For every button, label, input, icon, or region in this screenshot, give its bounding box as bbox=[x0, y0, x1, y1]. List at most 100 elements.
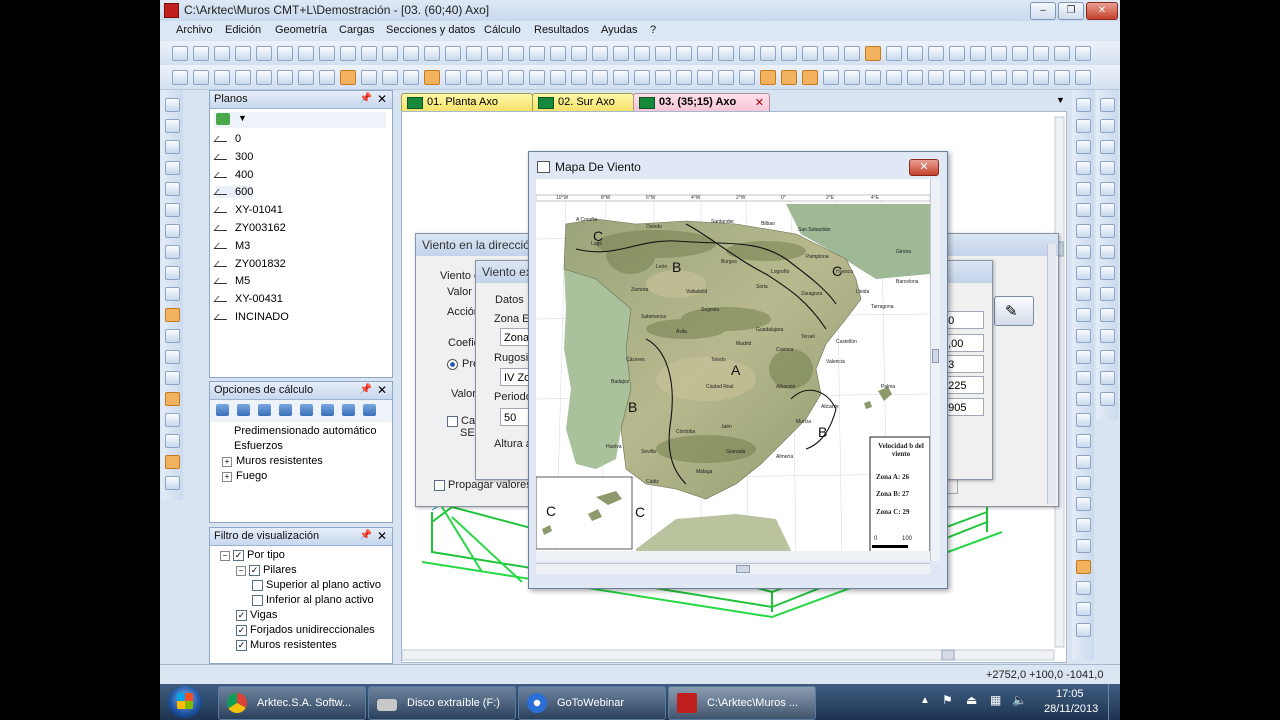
side-tool-icon[interactable] bbox=[1100, 308, 1115, 322]
panel-close-icon[interactable]: ✕ bbox=[377, 92, 387, 106]
side-tool-icon[interactable] bbox=[1076, 476, 1091, 490]
calc-option-item[interactable]: + Muros resistentes bbox=[222, 455, 323, 467]
toolbar-tool-icon[interactable] bbox=[445, 70, 461, 85]
side-tool-icon[interactable] bbox=[165, 119, 180, 133]
side-tool-icon[interactable] bbox=[1076, 371, 1091, 385]
toolbar-tool-icon[interactable] bbox=[634, 46, 650, 61]
toolbar-tool-icon[interactable] bbox=[1054, 46, 1070, 61]
toolbar-tool-icon[interactable] bbox=[697, 70, 713, 85]
plane-list-item[interactable]: 0 bbox=[213, 133, 241, 145]
toolbar-tool-icon[interactable] bbox=[550, 46, 566, 61]
side-tool-icon[interactable] bbox=[1076, 98, 1091, 112]
toolbar-tool-icon[interactable] bbox=[760, 46, 776, 61]
calc-option-item[interactable]: + Fuego bbox=[222, 470, 267, 482]
toolbar-tool-icon[interactable] bbox=[508, 46, 524, 61]
toolbar-tool-icon[interactable] bbox=[949, 70, 965, 85]
menu-archivo[interactable]: Archivo bbox=[176, 24, 213, 36]
toolbar-tool-icon[interactable] bbox=[655, 70, 671, 85]
side-tool-icon[interactable] bbox=[1076, 350, 1091, 364]
network-icon[interactable]: ▦ bbox=[990, 693, 1001, 707]
pin-icon[interactable]: 📌 bbox=[360, 93, 372, 104]
side-tool-icon[interactable] bbox=[1100, 98, 1115, 112]
toolbar-tool-icon[interactable] bbox=[529, 46, 545, 61]
filter-item[interactable]: − ✓ Por tipo bbox=[220, 549, 285, 561]
side-tool-icon[interactable] bbox=[1076, 287, 1091, 301]
filter-checkbox[interactable] bbox=[252, 594, 263, 606]
side-tool-icon[interactable] bbox=[1100, 245, 1115, 259]
scroll-thumb[interactable] bbox=[736, 565, 750, 573]
checkbox-ca[interactable]: Ca bbox=[447, 415, 475, 427]
menu-ayudas[interactable]: Ayudas bbox=[601, 24, 638, 36]
side-tool-icon[interactable] bbox=[165, 455, 180, 469]
toolbar-tool-icon[interactable] bbox=[340, 46, 356, 61]
side-tool-icon[interactable] bbox=[1100, 203, 1115, 217]
toolbar-tool-icon[interactable] bbox=[403, 70, 419, 85]
toolbar-tool-icon[interactable] bbox=[1054, 70, 1070, 85]
toolbar-tool-icon[interactable] bbox=[676, 46, 692, 61]
filter-checkbox[interactable]: ✓ bbox=[236, 639, 247, 651]
plane-list-item[interactable]: XY-01041 bbox=[213, 204, 283, 216]
dialog-scrollbar[interactable] bbox=[1047, 244, 1056, 504]
toolbar-tool-icon[interactable] bbox=[592, 46, 608, 61]
side-tool-icon[interactable] bbox=[165, 224, 180, 238]
calc-option-item[interactable]: Esfuerzos bbox=[234, 440, 283, 452]
start-button[interactable] bbox=[168, 686, 202, 718]
menu-geometria[interactable]: Geometría bbox=[275, 24, 327, 36]
toolbar-tool-icon[interactable] bbox=[319, 46, 335, 61]
side-tool-icon[interactable] bbox=[165, 308, 180, 322]
side-tool-icon[interactable] bbox=[1100, 182, 1115, 196]
toolbar-tool-icon[interactable] bbox=[739, 46, 755, 61]
side-tool-icon[interactable] bbox=[1076, 119, 1091, 133]
side-tool-icon[interactable] bbox=[1076, 560, 1091, 574]
toolbar-tool-icon[interactable] bbox=[361, 46, 377, 61]
menu-edicion[interactable]: Edición bbox=[225, 24, 261, 36]
plane-list-item[interactable]: ZY003162 bbox=[213, 222, 286, 234]
toolbar-tool-icon[interactable] bbox=[466, 70, 482, 85]
filter-item[interactable]: ✓ Muros resistentes bbox=[236, 639, 337, 651]
filter-checkbox[interactable] bbox=[252, 579, 263, 591]
tab-close-icon[interactable]: ✕ bbox=[755, 96, 764, 109]
side-tool-icon[interactable] bbox=[1076, 224, 1091, 238]
side-tool-icon[interactable] bbox=[1100, 350, 1115, 364]
toolbar-tool-icon[interactable] bbox=[802, 70, 818, 85]
side-tool-icon[interactable] bbox=[1076, 182, 1091, 196]
side-tool-icon[interactable] bbox=[165, 329, 180, 343]
side-tool-icon[interactable] bbox=[1100, 140, 1115, 154]
side-tool-icon[interactable] bbox=[165, 98, 180, 112]
collapse-icon[interactable]: − bbox=[236, 566, 246, 576]
taskbar-item-arktec[interactable]: C:\Arktec\Muros ... bbox=[668, 686, 816, 720]
filter-checkbox[interactable]: ✓ bbox=[236, 624, 247, 636]
expand-icon[interactable]: + bbox=[222, 457, 232, 467]
side-tool-icon[interactable] bbox=[1076, 161, 1091, 175]
toolbar-tool-icon[interactable] bbox=[1075, 70, 1091, 85]
map-horizontal-scrollbar[interactable] bbox=[536, 563, 930, 574]
side-tool-icon[interactable] bbox=[1100, 287, 1115, 301]
side-tool-icon[interactable] bbox=[165, 245, 180, 259]
toolbar-tool-icon[interactable] bbox=[340, 70, 356, 85]
plane-list-item[interactable]: ZY001832 bbox=[213, 258, 286, 270]
calc-option-tool-icon[interactable] bbox=[321, 404, 334, 416]
toolbar-tool-icon[interactable] bbox=[865, 70, 881, 85]
toolbar-tool-icon[interactable] bbox=[802, 46, 818, 61]
toolbar-tool-icon[interactable] bbox=[718, 70, 734, 85]
side-tool-icon[interactable] bbox=[1100, 224, 1115, 238]
toolbar-tool-icon[interactable] bbox=[298, 70, 314, 85]
taskbar-item-disco[interactable]: Disco extraíble (F:) bbox=[368, 686, 516, 720]
toolbar-tool-icon[interactable] bbox=[487, 70, 503, 85]
toolbar-tool-icon[interactable] bbox=[613, 46, 629, 61]
menu-calculo[interactable]: Cálculo bbox=[484, 24, 521, 36]
calc-option-tool-icon[interactable] bbox=[300, 404, 313, 416]
side-tool-icon[interactable] bbox=[165, 140, 180, 154]
calc-option-item[interactable]: Predimensionado automático bbox=[234, 425, 376, 437]
toolbar-tool-icon[interactable] bbox=[571, 46, 587, 61]
toolbar-tool-icon[interactable] bbox=[970, 46, 986, 61]
toolbar-tool-icon[interactable] bbox=[1012, 46, 1028, 61]
plane-list-item[interactable]: INCINADO bbox=[213, 311, 289, 323]
filter-checkbox[interactable]: ✓ bbox=[249, 564, 260, 576]
taskbar-item-chrome[interactable]: Arktec.S.A. Softw... bbox=[218, 686, 366, 720]
side-tool-icon[interactable] bbox=[1076, 413, 1091, 427]
plane-list-item[interactable]: XY-00431 bbox=[213, 293, 283, 305]
toolbar-tool-icon[interactable] bbox=[529, 70, 545, 85]
expand-icon[interactable]: + bbox=[222, 472, 232, 482]
side-tool-icon[interactable] bbox=[1076, 623, 1091, 637]
